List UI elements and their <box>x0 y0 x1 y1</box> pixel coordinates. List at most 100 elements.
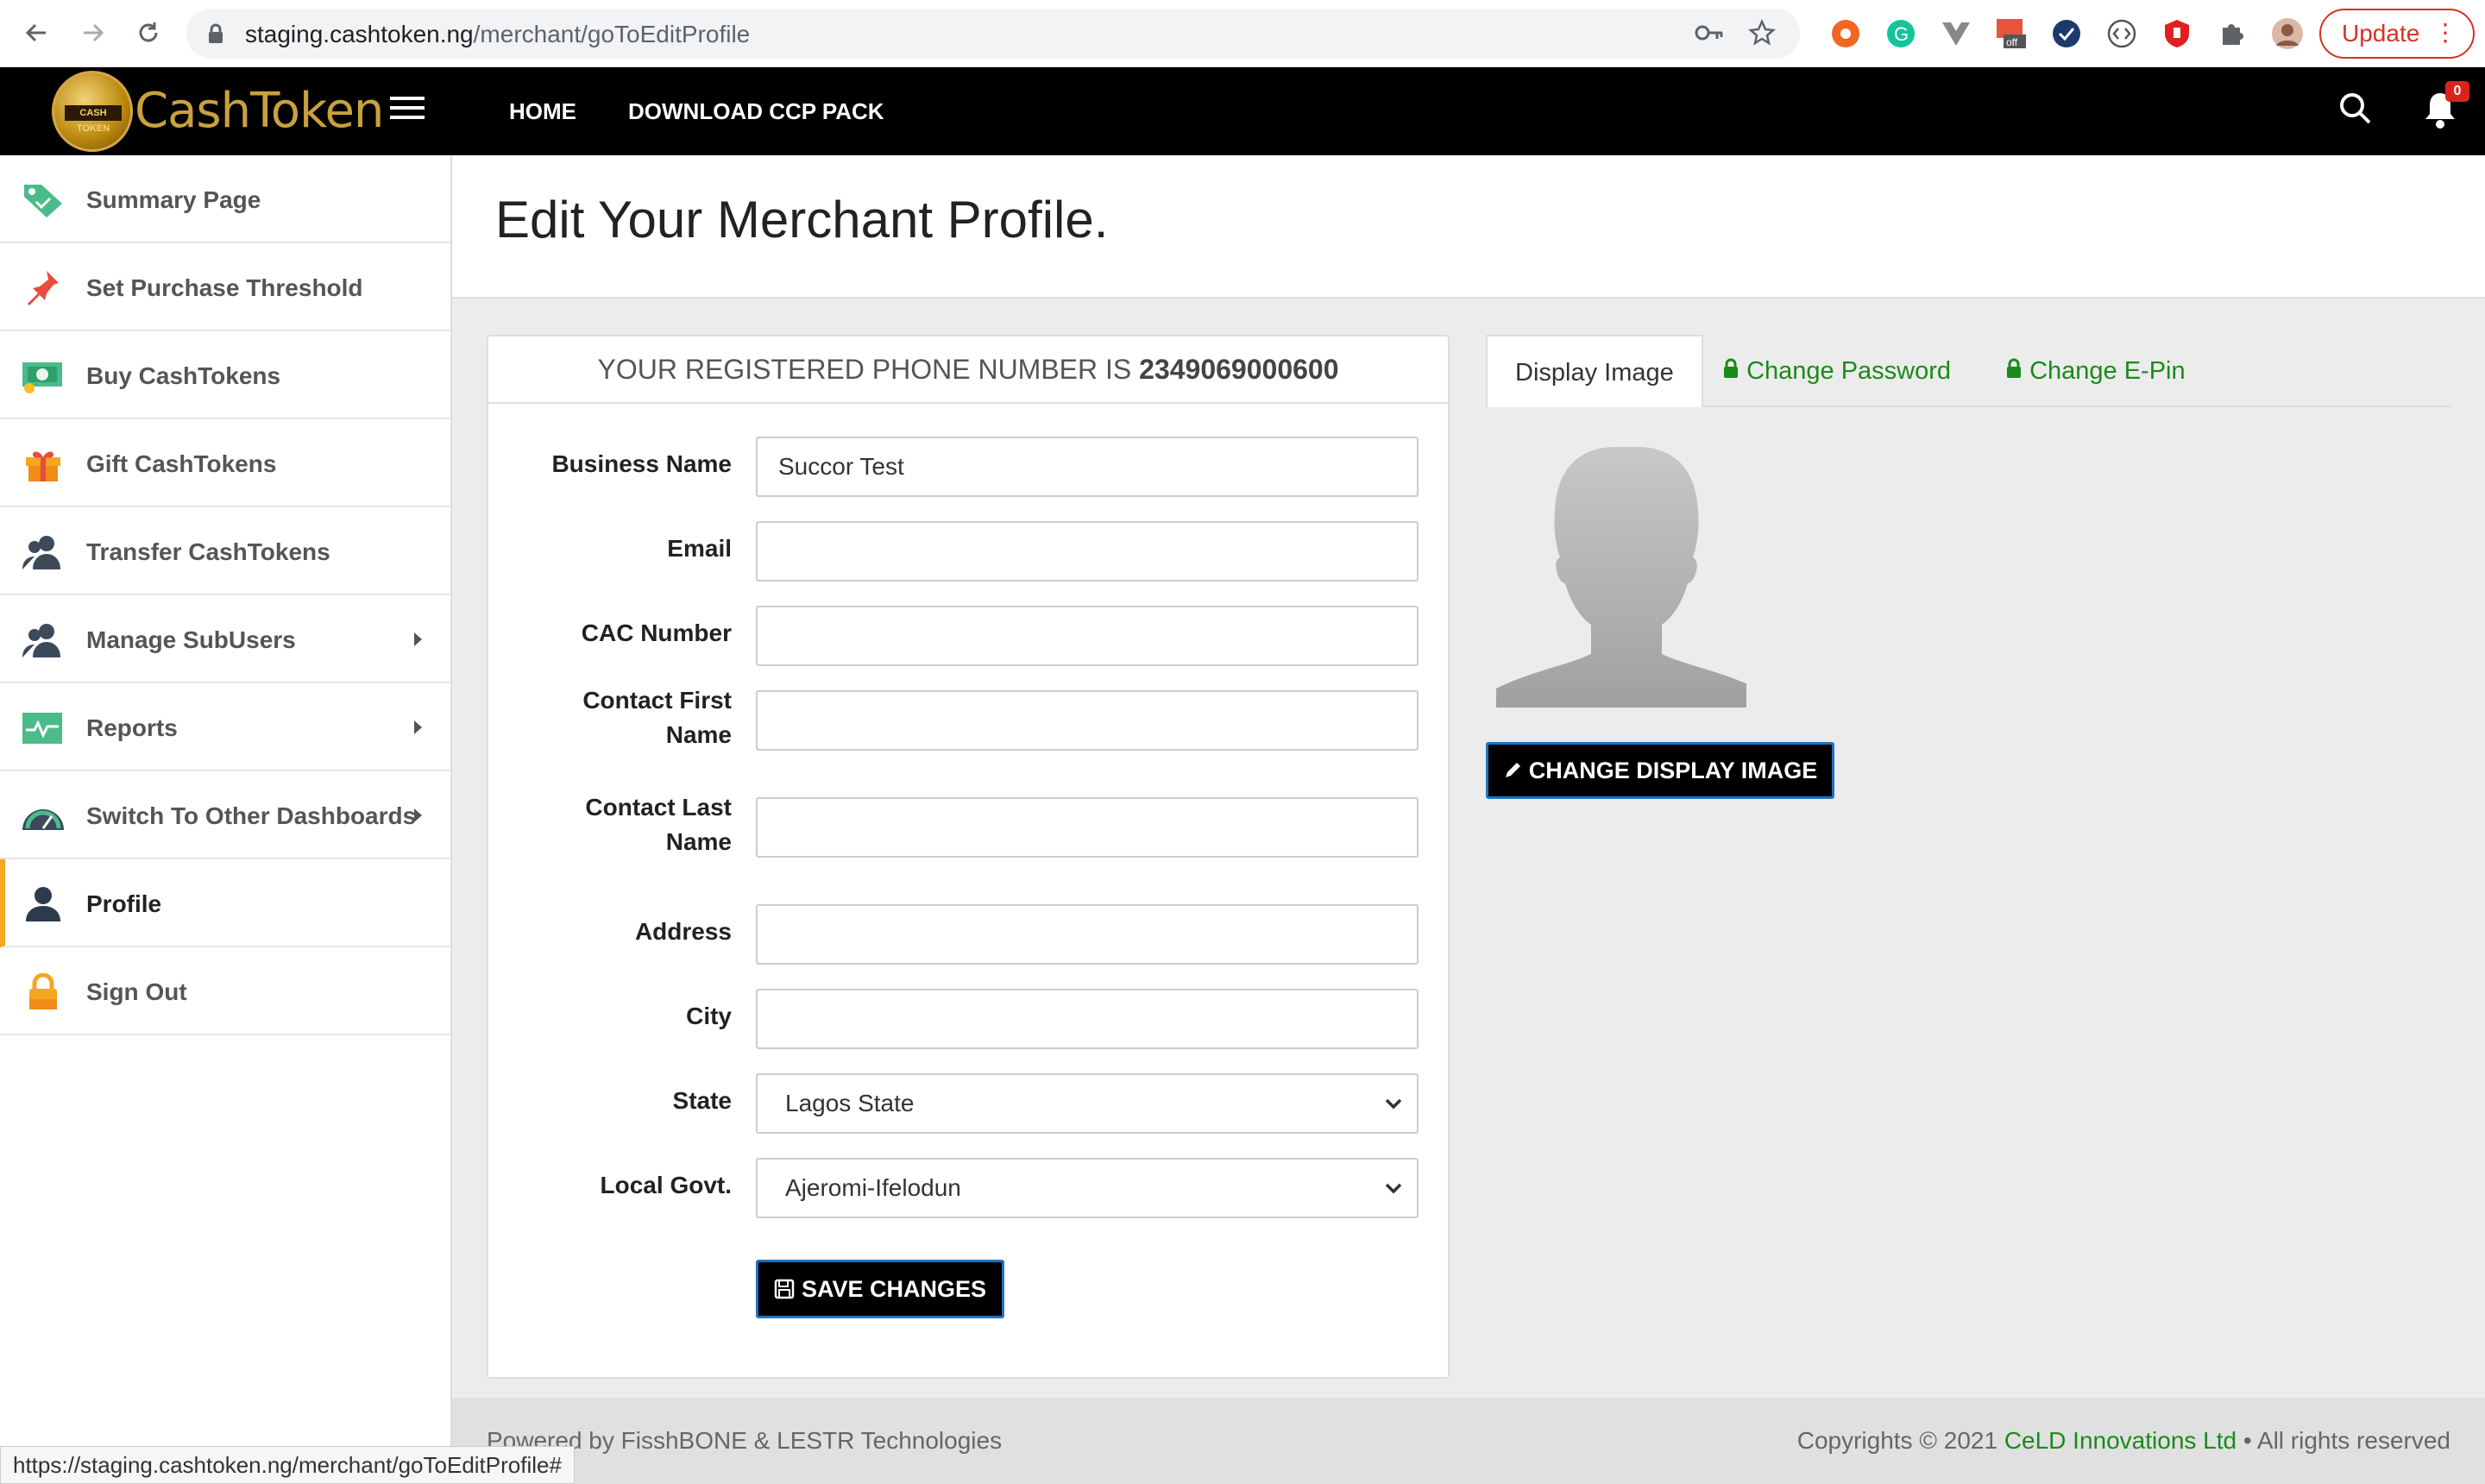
vue-devtools-icon[interactable] <box>1940 17 1972 50</box>
address-bar[interactable]: staging.cashtoken.ng/merchant/goToEditPr… <box>186 9 1800 59</box>
page-title: Edit Your Merchant Profile. <box>495 191 1109 248</box>
sidebar-item-buy-cashtokens[interactable]: Buy CashTokens <box>0 331 450 419</box>
sidebar-item-label: Set Purchase Threshold <box>86 274 363 301</box>
phone-prefix-text: YOUR REGISTERED PHONE NUMBER IS <box>597 354 1132 385</box>
contact-last-name-label: Contact Last Name <box>585 790 732 859</box>
city-input[interactable] <box>756 989 1419 1049</box>
code-brackets-icon[interactable] <box>2105 17 2138 50</box>
grammarly-icon[interactable]: G <box>1884 17 1917 50</box>
profile-form-card: YOUR REGISTERED PHONE NUMBER IS 23490690… <box>487 335 1450 1379</box>
state-select-value: Lagos State <box>785 1090 915 1116</box>
sidebar-item-label: Switch To Other Dashboards <box>86 802 417 829</box>
svg-text:off: off <box>2006 36 2018 48</box>
sidebar-item-label: Reports <box>86 714 178 741</box>
more-menu-icon[interactable]: ⋮ <box>2433 21 2457 45</box>
sidebar-item-label: Profile <box>86 890 162 917</box>
city-label: City <box>686 1003 732 1029</box>
display-image-avatar <box>1496 447 1746 707</box>
sidebar-item-manage-subusers[interactable]: Manage SubUsers <box>0 595 450 683</box>
email-label: Email <box>667 535 732 562</box>
address-label: Address <box>634 918 732 945</box>
contact-first-name-input[interactable] <box>756 690 1419 751</box>
back-icon[interactable] <box>19 16 53 50</box>
footer-company-link[interactable]: CeLD Innovations Ltd <box>2004 1427 2236 1454</box>
local-govt-label: Local Govt. <box>600 1172 732 1198</box>
sidebar-item-label: Sign Out <box>86 978 187 1005</box>
lock-icon <box>207 23 224 48</box>
sidebar-item-label: Gift CashTokens <box>86 450 277 477</box>
contact-last-name-label-line1: Contact Last <box>585 794 732 821</box>
pin-icon <box>28 271 59 305</box>
caret-right-icon <box>414 808 422 822</box>
logo-text[interactable]: CashToken <box>135 83 384 139</box>
sidebar-item-set-purchase-threshold[interactable]: Set Purchase Threshold <box>0 243 450 331</box>
contact-first-name-label: Contact First Name <box>582 683 732 752</box>
footer: Powered by FisshBONE & LESTR Technologie… <box>452 1398 2485 1484</box>
check-circle-icon[interactable] <box>2050 17 2083 50</box>
lock-icon <box>2007 358 2021 378</box>
sidebar-item-reports[interactable]: Reports <box>0 683 450 771</box>
footer-copyright-prefix: Copyrights © 2021 <box>1796 1427 1998 1454</box>
tab-change-epin[interactable]: Change E-Pin <box>2005 335 2186 407</box>
sidebar-item-label: Summary Page <box>86 186 261 213</box>
users-icon <box>22 536 60 569</box>
reload-icon[interactable] <box>131 16 166 50</box>
forward-icon[interactable] <box>76 16 110 50</box>
pulse-icon <box>22 713 62 744</box>
phone-number-text: 2349069000600 <box>1139 354 1339 385</box>
user-icon <box>26 887 60 921</box>
update-button[interactable]: Update ⋮ <box>2319 9 2475 59</box>
sidebar-item-label: Buy CashTokens <box>86 362 281 389</box>
nav-download-ccp-link[interactable]: DOWNLOAD CCP PACK <box>628 98 884 125</box>
sidebar-item-label: Transfer CashTokens <box>86 538 330 565</box>
local-govt-select[interactable]: Ajeromi-Ifelodun <box>756 1158 1419 1218</box>
sidebar: Summary Page Set Purchase Threshold Buy … <box>0 155 452 1484</box>
status-bar-url: https://staging.cashtoken.ng/merchant/go… <box>0 1446 575 1484</box>
key-icon[interactable] <box>1695 22 1724 48</box>
extension-orange-icon[interactable] <box>1829 17 1862 50</box>
update-label: Update <box>2342 20 2420 47</box>
save-changes-label: SAVE CHANGES <box>801 1275 987 1302</box>
chevron-down-icon <box>1385 1098 1402 1110</box>
gift-icon <box>26 451 60 481</box>
browser-toolbar: staging.cashtoken.ng/merchant/goToEditPr… <box>0 0 2485 67</box>
registered-phone-header: YOUR REGISTERED PHONE NUMBER IS 23490690… <box>488 336 1448 404</box>
sidebar-item-profile[interactable]: Profile <box>0 859 450 947</box>
cac-number-label: CAC Number <box>581 619 732 646</box>
puzzle-icon[interactable] <box>2216 17 2249 50</box>
bookmark-star-icon[interactable] <box>1748 18 1776 51</box>
business-name-input[interactable]: Succor Test <box>756 437 1419 497</box>
address-input[interactable] <box>756 904 1419 965</box>
sidebar-item-switch-dashboards[interactable]: Switch To Other Dashboards <box>0 771 450 859</box>
footer-copyright: Copyrights © 2021 CeLD Innovations Ltd •… <box>1797 1427 2450 1455</box>
email-input[interactable] <box>756 521 1419 582</box>
shield-red-icon[interactable] <box>2161 17 2193 50</box>
contact-first-name-label-line1: Contact First <box>582 687 732 714</box>
tab-change-epin-label: Change E-Pin <box>2029 357 2186 385</box>
notification-badge: 0 <box>2445 81 2469 102</box>
tab-display-image[interactable]: Display Image <box>1486 335 1703 407</box>
logo-coin-icon[interactable]: CASH TOKEN <box>52 71 133 152</box>
save-changes-button[interactable]: SAVE CHANGES <box>756 1260 1004 1318</box>
nav-home-link[interactable]: HOME <box>509 98 576 125</box>
tab-change-password[interactable]: Change Password <box>1722 335 1951 407</box>
sidebar-item-transfer-cashtokens[interactable]: Transfer CashTokens <box>0 507 450 595</box>
change-display-image-label: CHANGE DISPLAY IMAGE <box>1528 757 1818 783</box>
caret-right-icon <box>414 720 422 734</box>
search-icon[interactable] <box>2338 91 2373 126</box>
change-display-image-button[interactable]: CHANGE DISPLAY IMAGE <box>1486 742 1834 799</box>
profile-avatar-icon[interactable] <box>2271 17 2304 50</box>
cac-number-input[interactable] <box>756 606 1419 666</box>
lock-icon <box>1724 358 1738 378</box>
state-label: State <box>672 1087 732 1114</box>
sidebar-item-summary-page[interactable]: Summary Page <box>0 155 450 243</box>
extension-off-icon[interactable]: off <box>1995 17 2028 50</box>
contact-last-name-input[interactable] <box>756 797 1419 858</box>
state-select[interactable]: Lagos State <box>756 1073 1419 1134</box>
logo-coin-text: CASH TOKEN <box>65 105 122 134</box>
sidebar-item-gift-cashtokens[interactable]: Gift CashTokens <box>0 419 450 507</box>
dashboard-icon <box>22 809 64 830</box>
svg-text:G: G <box>1894 23 1909 45</box>
hamburger-menu-icon[interactable] <box>390 97 425 123</box>
sidebar-item-sign-out[interactable]: Sign Out <box>0 947 450 1035</box>
